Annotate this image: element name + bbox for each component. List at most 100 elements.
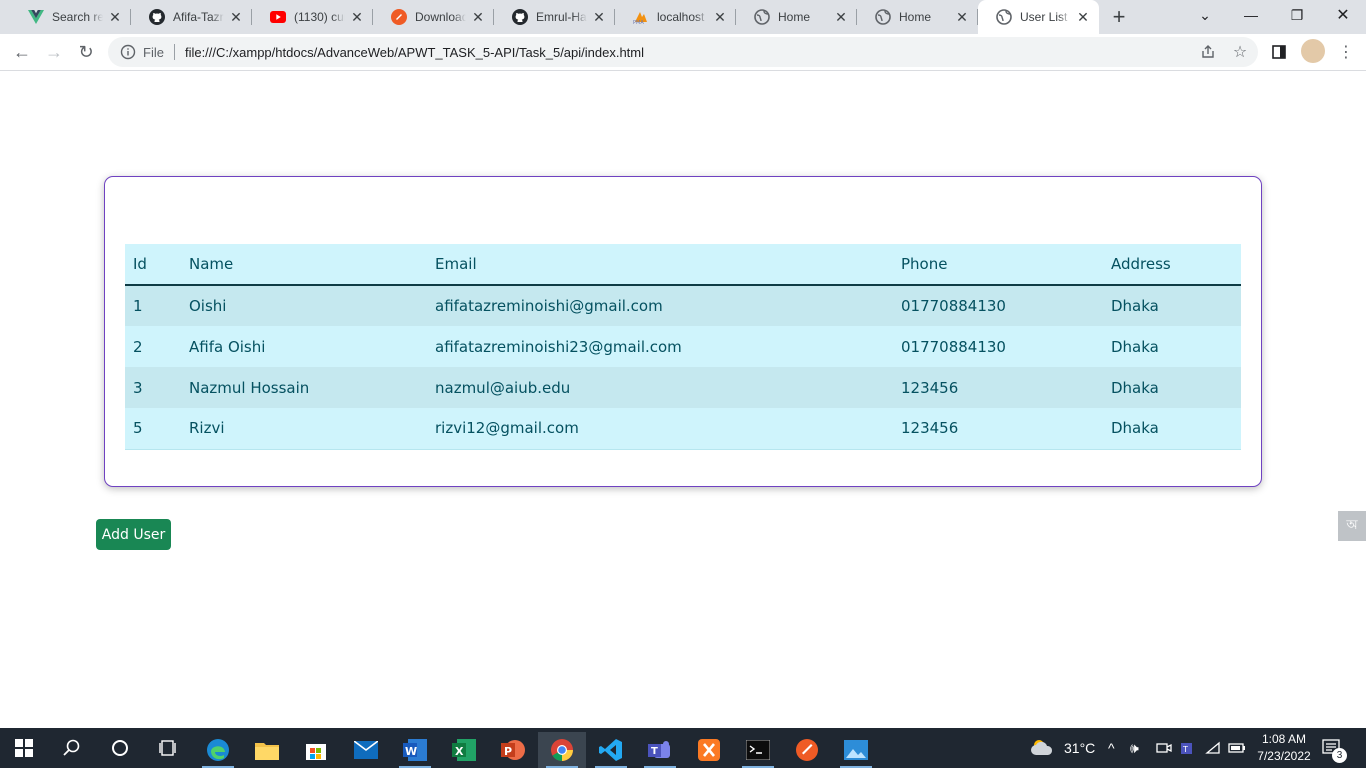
address-bar[interactable]: File file:///C:/xampp/htdocs/AdvanceWeb/…: [108, 37, 1258, 67]
table-row: 5 Rizvi rizvi12@gmail.com 123456 Dhaka: [125, 408, 1241, 450]
table-row: 1 Oishi afifatazreminoishi@gmail.com 017…: [125, 285, 1241, 326]
edge-icon[interactable]: [194, 732, 242, 768]
cell-name: Afifa Oishi: [181, 326, 427, 367]
svg-text:T: T: [1182, 745, 1188, 754]
cell-id: 5: [125, 408, 181, 450]
close-tab-icon[interactable]: ✕: [833, 9, 849, 25]
close-tab-icon[interactable]: ✕: [228, 9, 244, 25]
tab-github-emrul[interactable]: Emrul-Hassan ✕: [494, 0, 615, 34]
share-icon[interactable]: [1198, 42, 1218, 62]
tab-title: Emrul-Hassan: [536, 10, 587, 24]
system-clock[interactable]: 1:08 AM 7/23/2022: [1248, 731, 1320, 765]
word-icon[interactable]: W: [391, 732, 439, 768]
forward-arrow-icon[interactable]: →: [38, 36, 70, 68]
cell-address: Dhaka: [1103, 408, 1241, 450]
volume-icon[interactable]: 🕪: [1130, 728, 1139, 768]
cell-email: afifatazreminoishi@gmail.com: [427, 285, 893, 326]
chrome-icon[interactable]: [538, 732, 586, 768]
more-menu-icon[interactable]: ⋮: [1336, 42, 1356, 62]
terminal-icon[interactable]: [734, 732, 782, 768]
tab-home-1[interactable]: Home ✕: [736, 0, 857, 34]
new-tab-button[interactable]: +: [1101, 0, 1137, 34]
close-tab-icon[interactable]: ✕: [107, 9, 123, 25]
svg-text:P: P: [504, 745, 512, 758]
cell-phone: 01770884130: [893, 326, 1103, 367]
scheme-label: File: [143, 44, 164, 60]
minimize-icon[interactable]: —: [1228, 0, 1274, 30]
powerpoint-icon[interactable]: P: [489, 732, 537, 768]
profile-avatar[interactable]: [1301, 39, 1325, 63]
globe-icon: [875, 9, 891, 25]
tab-search-chevron-icon[interactable]: ⌄: [1182, 0, 1228, 30]
photos-icon[interactable]: [832, 732, 880, 768]
close-tab-icon[interactable]: ✕: [591, 9, 607, 25]
tab-search-results[interactable]: Search results ✕: [10, 0, 131, 34]
xampp-icon[interactable]: [685, 732, 733, 768]
cell-name: Rizvi: [181, 408, 427, 450]
tab-download[interactable]: Download ✕: [373, 0, 494, 34]
meet-now-icon[interactable]: [1156, 728, 1172, 768]
add-user-button[interactable]: Add User: [96, 519, 171, 550]
youtube-icon: [270, 9, 286, 25]
microsoft-store-icon[interactable]: [292, 732, 340, 768]
weather-widget[interactable]: 31°C: [1030, 728, 1095, 768]
svg-text:W: W: [405, 745, 417, 758]
task-view-icon[interactable]: [144, 728, 192, 768]
tab-home-2[interactable]: Home ✕: [857, 0, 978, 34]
close-tab-icon[interactable]: ✕: [954, 9, 970, 25]
address-divider: [173, 44, 175, 60]
tab-title: Search results: [52, 10, 103, 24]
tab-youtube[interactable]: (1130) current ✕: [252, 0, 373, 34]
cell-name: Oishi: [181, 285, 427, 326]
url-text[interactable]: file:///C:/xampp/htdocs/AdvanceWeb/APWT_…: [185, 45, 644, 60]
language-side-tab[interactable]: অ: [1338, 511, 1366, 541]
globe-icon: [996, 9, 1012, 25]
windows-taskbar: W X P T 31°C ^ 🕪 T 1:08 AM 7/23/2022 3: [0, 728, 1366, 768]
info-icon[interactable]: [120, 44, 136, 60]
close-tab-icon[interactable]: ✕: [349, 9, 365, 25]
teams-icon[interactable]: T: [636, 732, 684, 768]
excel-icon[interactable]: X: [440, 732, 488, 768]
mail-icon[interactable]: [342, 732, 390, 768]
search-icon[interactable]: [48, 728, 96, 768]
clock-time: 1:08 AM: [1261, 732, 1307, 746]
tab-github-afifa[interactable]: Afifa-Tazremin ✕: [131, 0, 252, 34]
column-header-address: Address: [1103, 244, 1241, 286]
table-row: 2 Afifa Oishi afifatazreminoishi23@gmail…: [125, 326, 1241, 367]
bookmark-star-icon[interactable]: ☆: [1230, 42, 1250, 62]
close-tab-icon[interactable]: ✕: [1075, 9, 1091, 25]
cell-phone: 123456: [893, 408, 1103, 450]
tab-title: Afifa-Tazremin: [173, 10, 224, 24]
wifi-icon[interactable]: [1205, 728, 1221, 768]
cell-address: Dhaka: [1103, 326, 1241, 367]
notification-count-badge: 3: [1332, 748, 1347, 763]
tab-localhost[interactable]: PMA localhost / 127 ✕: [615, 0, 736, 34]
back-arrow-icon[interactable]: ←: [6, 36, 38, 68]
tab-title: Home: [778, 10, 811, 24]
vscode-icon[interactable]: [587, 732, 635, 768]
show-hidden-icons-chevron-icon[interactable]: ^: [1108, 728, 1115, 768]
clock-date: 7/23/2022: [1257, 749, 1311, 763]
svg-text:T: T: [651, 746, 658, 757]
restore-icon[interactable]: ❐: [1274, 0, 1320, 30]
vue-icon: [28, 9, 44, 25]
cell-address: Dhaka: [1103, 367, 1241, 408]
close-tab-icon[interactable]: ✕: [470, 9, 486, 25]
weather-temperature: 31°C: [1064, 740, 1096, 756]
notification-center-icon[interactable]: 3: [1322, 728, 1347, 768]
reload-icon[interactable]: ↻: [70, 36, 102, 68]
windows-start-icon[interactable]: [0, 728, 48, 768]
tab-user-list[interactable]: User List ✕: [978, 0, 1099, 34]
postman-app-icon[interactable]: [783, 732, 831, 768]
battery-icon[interactable]: [1228, 728, 1246, 768]
cortana-icon[interactable]: [96, 728, 144, 768]
file-explorer-icon[interactable]: [243, 732, 291, 768]
side-panel-icon[interactable]: [1269, 42, 1289, 62]
column-header-email: Email: [427, 244, 893, 286]
close-window-icon[interactable]: ✕: [1320, 0, 1366, 30]
cell-email: nazmul@aiub.edu: [427, 367, 893, 408]
cell-id: 2: [125, 326, 181, 367]
teams-tray-icon[interactable]: T: [1181, 728, 1197, 768]
table-header-row: Id Name Email Phone Address: [125, 244, 1241, 286]
close-tab-icon[interactable]: ✕: [712, 9, 728, 25]
